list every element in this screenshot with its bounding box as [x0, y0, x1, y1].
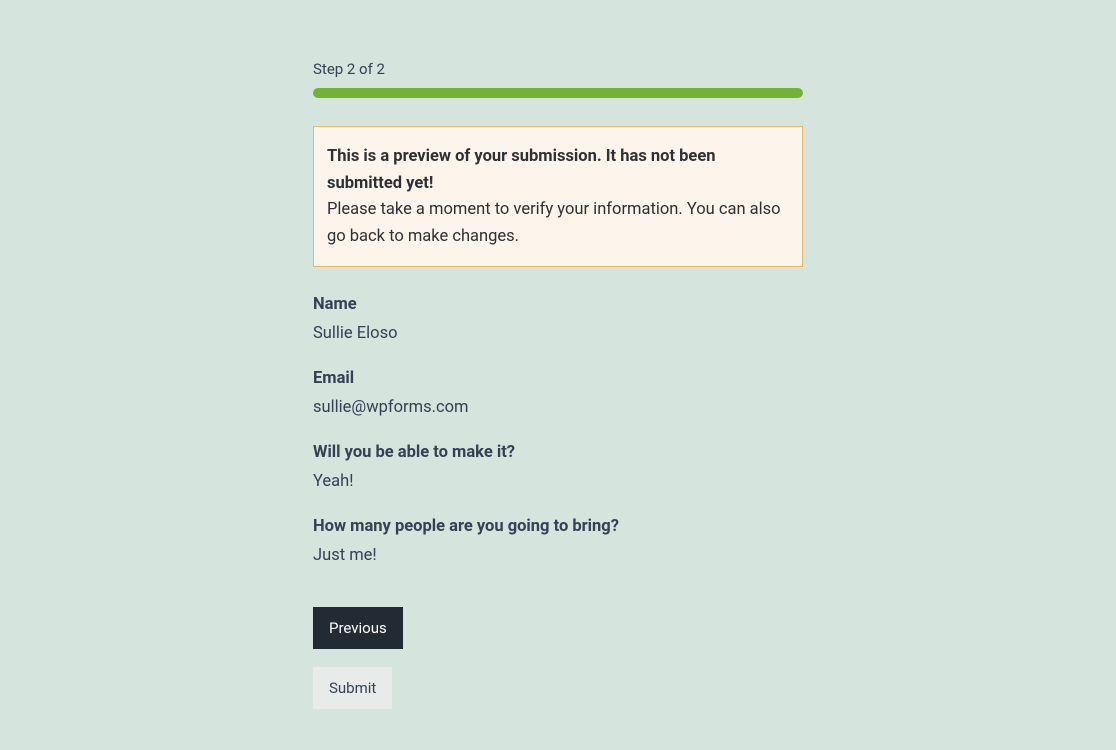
form-preview-container: Step 2 of 2 This is a preview of your su… — [313, 60, 803, 709]
progress-bar — [313, 88, 803, 98]
notice-title: This is a preview of your submission. It… — [327, 143, 789, 197]
preview-notice: This is a preview of your submission. It… — [313, 126, 803, 267]
field-value: Sullie Eloso — [313, 324, 803, 343]
step-indicator: Step 2 of 2 — [313, 60, 803, 78]
field-label: Email — [313, 369, 803, 388]
notice-text: Please take a moment to verify your info… — [327, 197, 789, 250]
field-value: Yeah! — [313, 472, 803, 491]
field-label: Name — [313, 295, 803, 314]
submit-button[interactable]: Submit — [313, 667, 392, 709]
previous-button[interactable]: Previous — [313, 607, 403, 649]
field-label: How many people are you going to bring? — [313, 517, 803, 536]
field-value: Just me! — [313, 546, 803, 565]
field-attendance: Will you be able to make it? Yeah! — [313, 443, 803, 491]
field-email: Email sullie@wpforms.com — [313, 369, 803, 417]
field-name: Name Sullie Eloso — [313, 295, 803, 343]
field-people-count: How many people are you going to bring? … — [313, 517, 803, 565]
button-group: Previous Submit — [313, 607, 803, 709]
field-value: sullie@wpforms.com — [313, 398, 803, 417]
field-label: Will you be able to make it? — [313, 443, 803, 462]
